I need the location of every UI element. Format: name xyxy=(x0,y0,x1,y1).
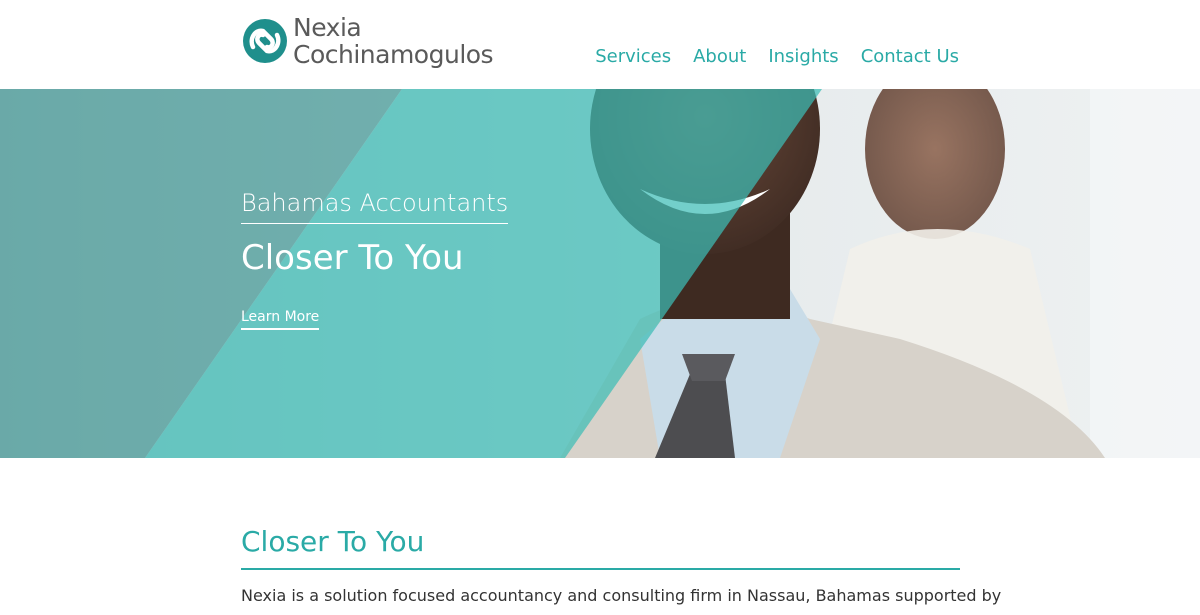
main-nav: Services About Insights Contact Us xyxy=(595,46,959,67)
main-content: Closer To You Nexia is a solution focuse… xyxy=(241,525,1002,605)
site-header: Nexia Cochinamogulos Services About Insi… xyxy=(0,0,1200,89)
logo-name-line1: Nexia xyxy=(293,13,362,42)
hero-subtitle: Bahamas Accountants xyxy=(241,189,509,224)
nav-insights[interactable]: Insights xyxy=(768,46,838,67)
section-heading: Closer To You xyxy=(241,525,960,570)
hero-title: Closer To You xyxy=(241,238,464,278)
site-logo[interactable]: Nexia Cochinamogulos xyxy=(241,13,494,69)
nav-contact-us[interactable]: Contact Us xyxy=(861,46,959,67)
hero-text: Bahamas Accountants Closer To You Learn … xyxy=(241,189,509,330)
hero-banner: Bahamas Accountants Closer To You Learn … xyxy=(0,89,1200,458)
intro-paragraph: Nexia is a solution focused accountancy … xyxy=(241,586,1002,605)
nav-services[interactable]: Services xyxy=(595,46,671,67)
logo-wordmark: Nexia Cochinamogulos xyxy=(293,13,494,69)
learn-more-link[interactable]: Learn More xyxy=(241,309,320,330)
interlocking-rings-icon xyxy=(243,19,287,63)
logo-name-line2: Cochinamogulos xyxy=(293,40,494,69)
nav-about[interactable]: About xyxy=(693,46,746,67)
hero-photo xyxy=(0,89,1200,458)
